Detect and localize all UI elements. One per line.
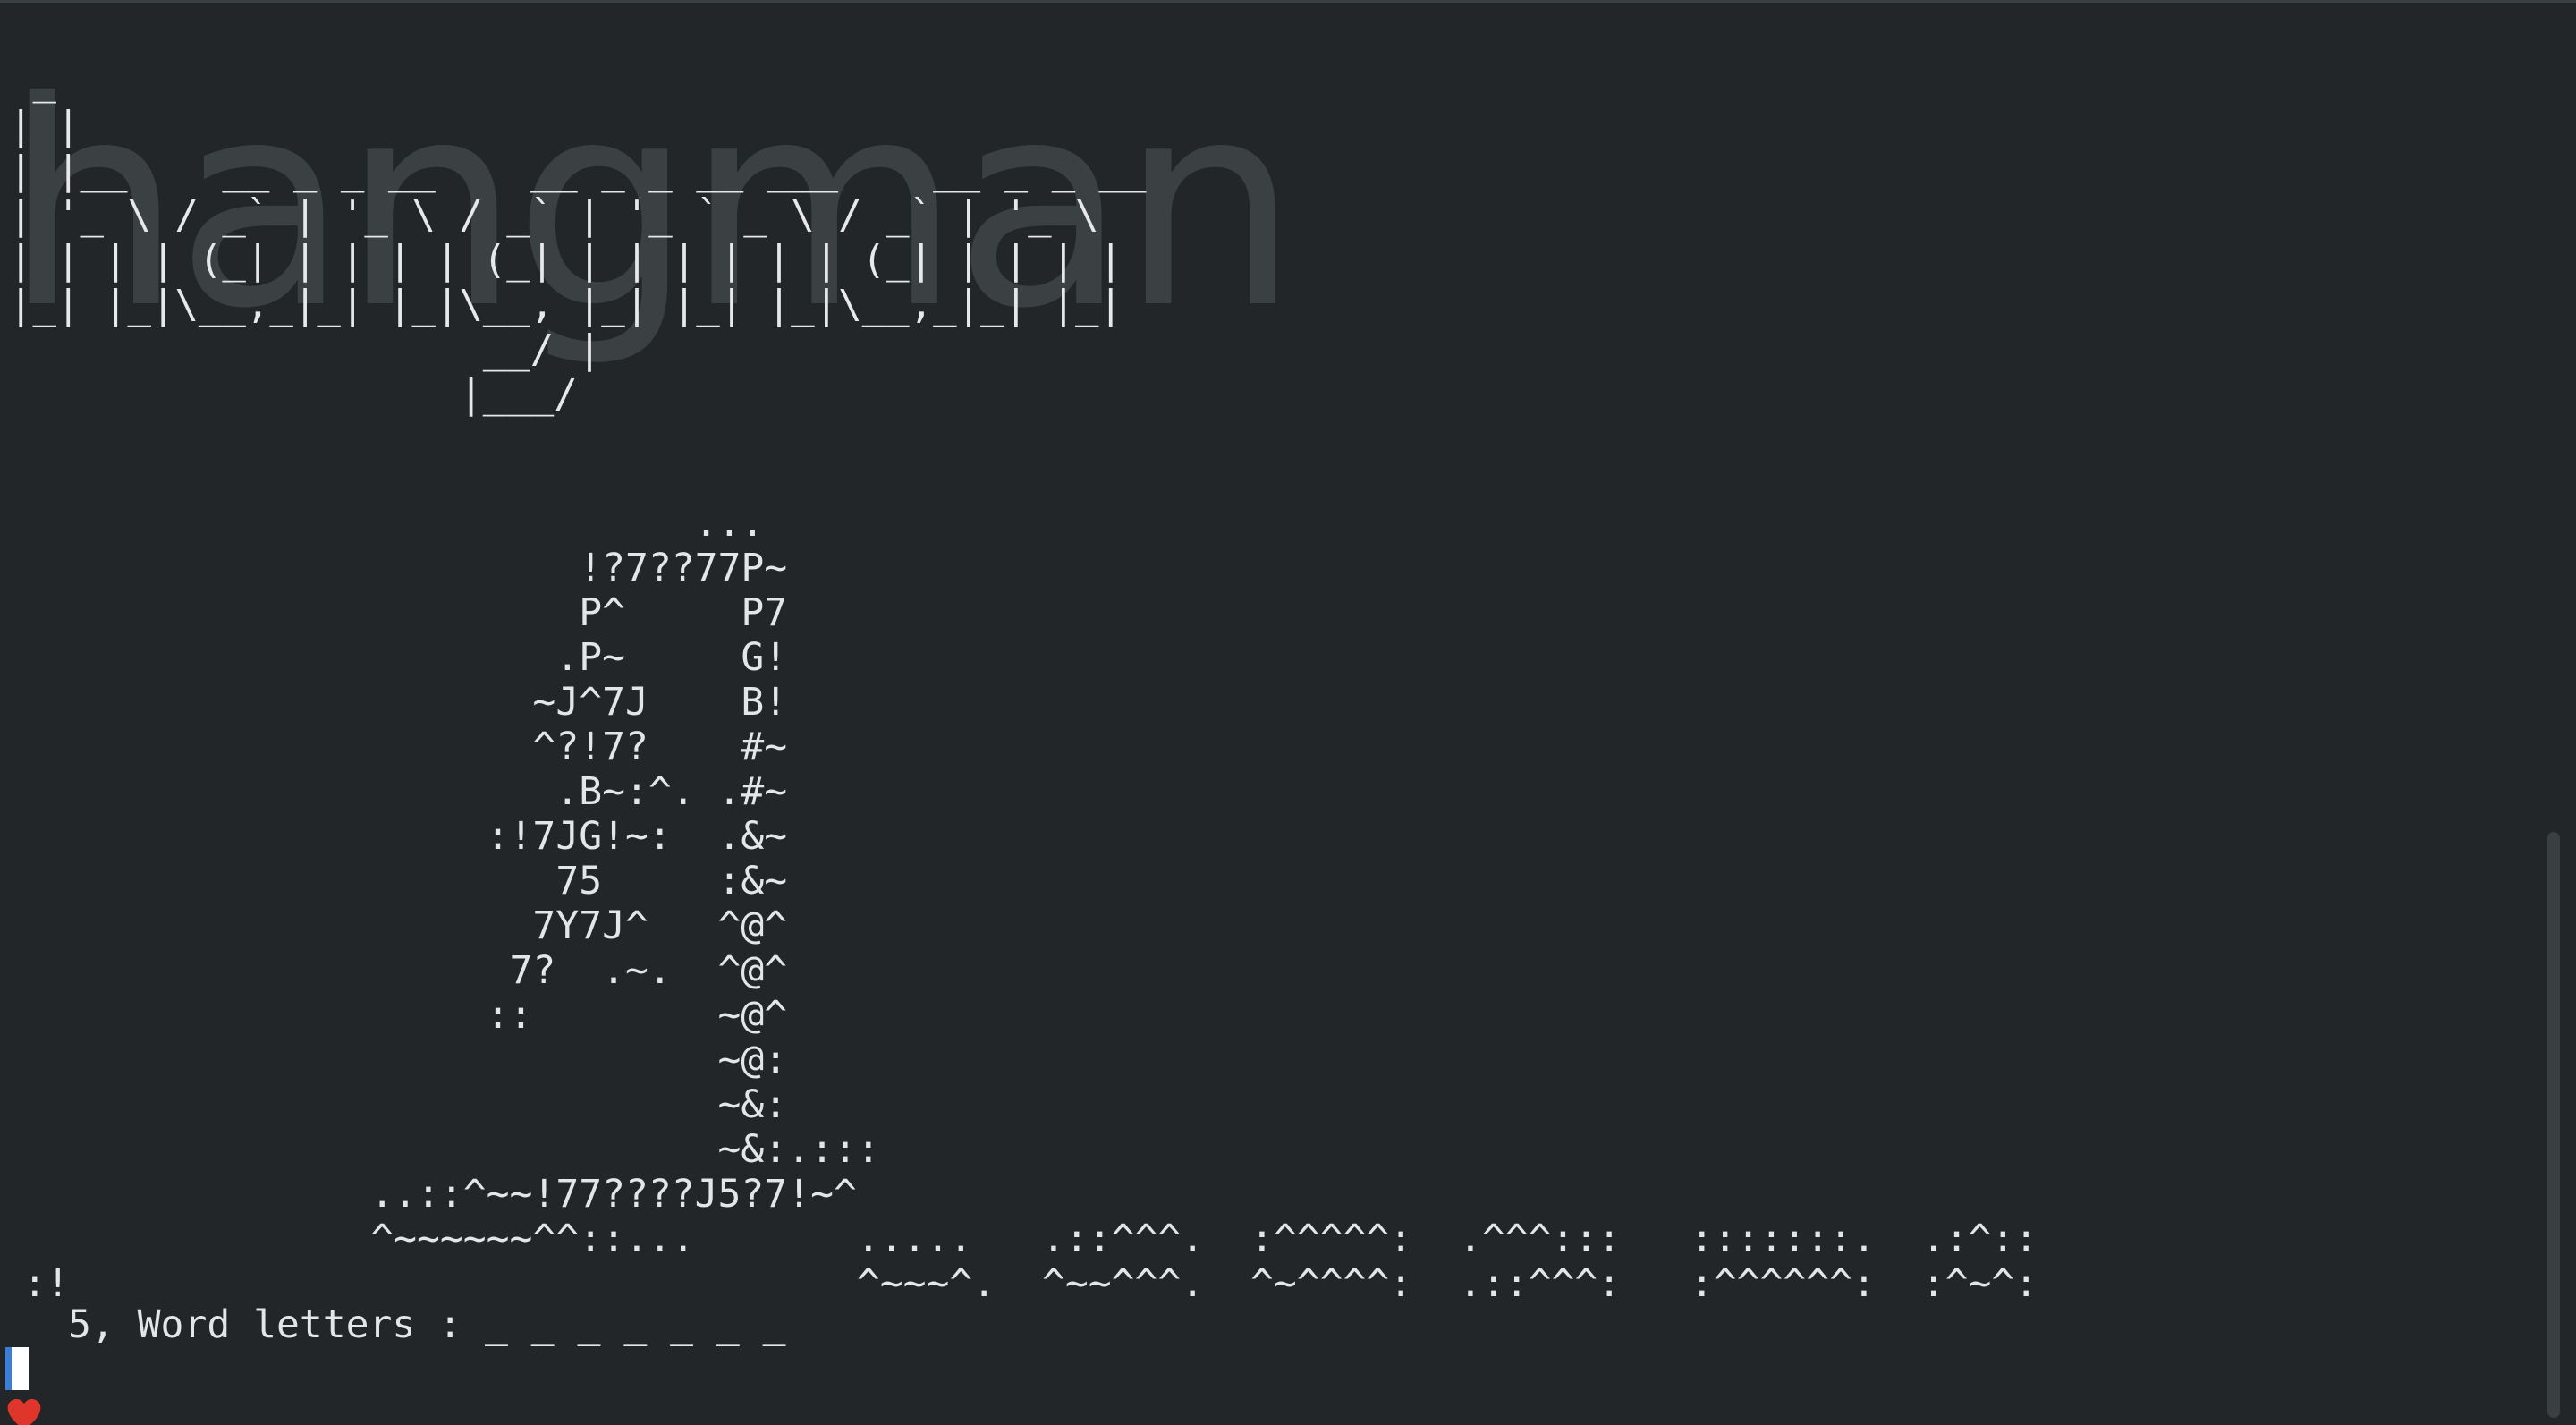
hangman-ascii-logo: _ | | | |__ __ _ _ __ __ _ _ __ ___ __ _… [9,58,1147,417]
terminal-window[interactable]: hangman _ | | | |__ __ _ _ __ __ _ _ __ … [0,0,2576,1425]
vertical-scrollbar[interactable] [2547,832,2560,1418]
game-status-line: 5, Word letters : _ _ _ _ _ _ _ [5,1302,786,1425]
text-cursor[interactable] [5,1347,29,1390]
heart-icon [5,1306,43,1425]
hangman-gallows-art: ... !?7??77P~ P^ P7 .P~ G! ~J^7J B! ^?!7… [22,501,2038,1306]
word-letters-status: , Word letters : _ _ _ _ _ _ _ [90,1302,786,1347]
heart-icon-shape [7,1398,41,1425]
lives-count: 5 [68,1302,91,1347]
window-top-border [0,0,2576,3]
